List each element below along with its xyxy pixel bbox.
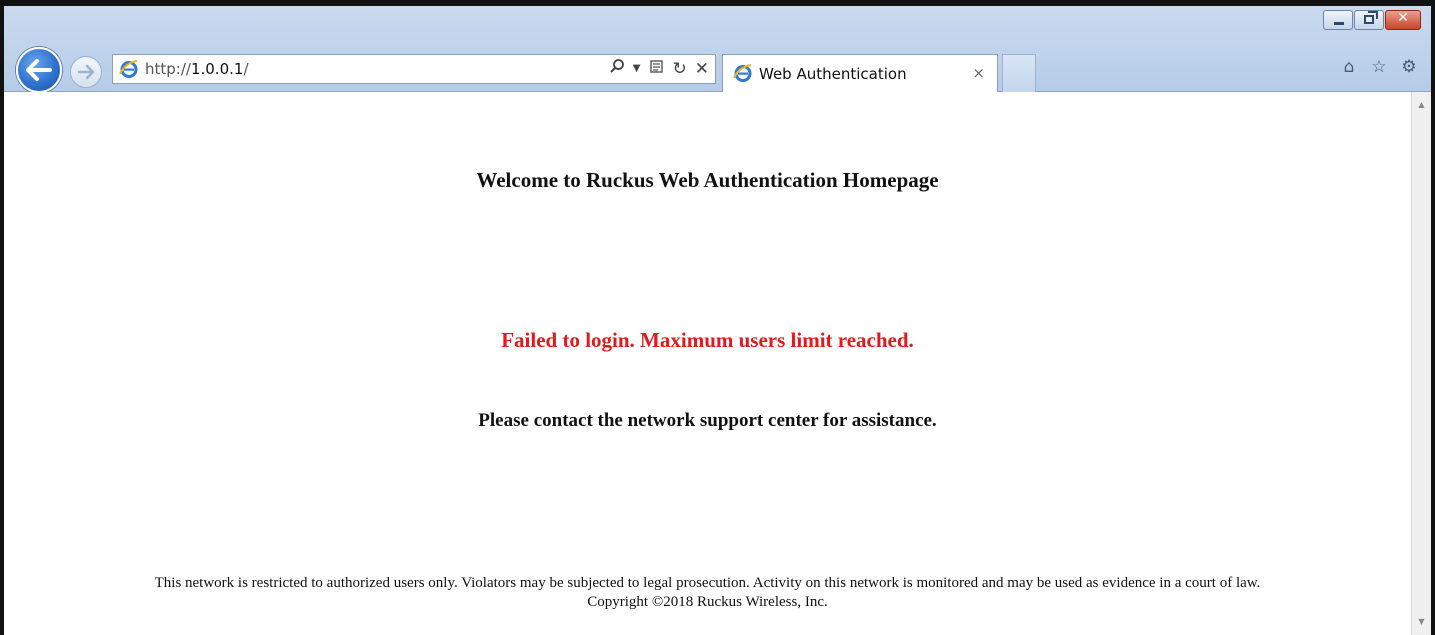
browser-window: ✕ http://1.0.0.1/ ▼ ↻ ✕ Web Authenticati… — [0, 0, 1435, 635]
dropdown-arrow-icon[interactable]: ▼ — [633, 58, 641, 80]
contact-support-message: Please contact the network support cente… — [478, 410, 937, 431]
search-icon[interactable] — [609, 58, 625, 80]
new-tab-button[interactable] — [1002, 54, 1036, 92]
vertical-scrollbar[interactable]: ▲ ▼ — [1411, 92, 1431, 635]
close-window-button[interactable]: ✕ — [1385, 10, 1421, 30]
browser-chrome: ✕ http://1.0.0.1/ ▼ ↻ ✕ Web Authenticati… — [4, 6, 1431, 93]
stop-icon[interactable]: ✕ — [695, 58, 709, 80]
restore-button[interactable] — [1354, 10, 1384, 30]
address-bar[interactable]: http://1.0.0.1/ ▼ ↻ ✕ — [112, 54, 716, 84]
login-error-message: Failed to login. Maximum users limit rea… — [501, 328, 914, 352]
page-content: Welcome to Ruckus Web Authentication Hom… — [4, 92, 1431, 635]
close-icon: ✕ — [1397, 10, 1409, 26]
legal-footer: This network is restricted to authorized… — [4, 574, 1411, 612]
minimize-icon — [1334, 22, 1344, 25]
restore-icon — [1364, 11, 1378, 24]
welcome-heading: Welcome to Ruckus Web Authentication Hom… — [476, 168, 939, 192]
address-tools: ▼ ↻ ✕ — [609, 58, 709, 80]
copyright-text: Copyright ©2018 Ruckus Wireless, Inc. — [587, 594, 828, 610]
back-arrow-icon — [26, 59, 52, 81]
tab-web-authentication[interactable]: Web Authentication × — [722, 54, 998, 92]
forward-arrow-icon — [77, 64, 95, 80]
refresh-icon[interactable]: ↻ — [673, 58, 687, 80]
back-button[interactable] — [16, 47, 62, 93]
browser-tools: ⌂ ☆ ⚙ — [1339, 57, 1419, 77]
legal-notice: This network is restricted to authorized… — [154, 575, 1261, 591]
ie-logo-icon — [119, 60, 138, 78]
tab-close-button[interactable]: × — [972, 64, 985, 82]
forward-button[interactable] — [70, 56, 102, 88]
window-controls: ✕ — [1323, 10, 1421, 30]
scroll-up-icon[interactable]: ▲ — [1412, 96, 1431, 114]
scroll-down-icon[interactable]: ▼ — [1412, 613, 1431, 631]
address-url[interactable]: http://1.0.0.1/ — [145, 60, 249, 78]
home-icon[interactable]: ⌂ — [1339, 57, 1359, 77]
gear-icon[interactable]: ⚙ — [1399, 57, 1419, 77]
minimize-button[interactable] — [1323, 10, 1353, 30]
compatibility-view-icon[interactable] — [649, 58, 665, 80]
star-icon[interactable]: ☆ — [1369, 57, 1389, 77]
ie-logo-icon — [733, 64, 752, 82]
tab-title: Web Authentication — [759, 65, 907, 83]
